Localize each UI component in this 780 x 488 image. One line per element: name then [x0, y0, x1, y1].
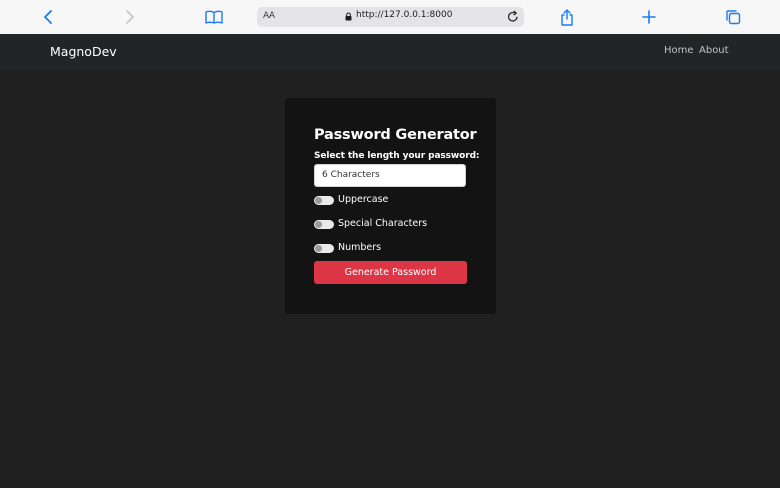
new-tab-button[interactable]: [638, 7, 660, 27]
numbers-label: Numbers: [338, 242, 382, 253]
nav-link-about[interactable]: About: [699, 45, 729, 56]
special-characters-toggle[interactable]: [314, 220, 334, 229]
bookmarks-button[interactable]: [203, 7, 225, 27]
length-label: Select the length your password:: [314, 151, 480, 161]
text-size-button[interactable]: AA: [263, 11, 275, 21]
chevron-left-icon: [44, 10, 52, 24]
plus-icon: [642, 10, 656, 24]
lock-icon: [345, 12, 352, 21]
uppercase-toggle[interactable]: [314, 196, 334, 205]
toggle-knob: [315, 221, 322, 228]
brand-link[interactable]: MagnoDev: [50, 44, 117, 59]
nav-link-home[interactable]: Home: [664, 45, 694, 56]
generate-password-button[interactable]: Generate Password: [314, 261, 467, 284]
special-characters-label: Special Characters: [338, 218, 428, 229]
back-button[interactable]: [37, 7, 59, 27]
forward-button[interactable]: [119, 7, 141, 27]
tabs-button[interactable]: [722, 7, 744, 27]
numbers-toggle[interactable]: [314, 244, 334, 253]
password-generator-card: Password Generator Select the length you…: [285, 98, 496, 314]
address-bar[interactable]: AA http://127.0.0.1:8000: [257, 7, 524, 27]
url-text: http://127.0.0.1:8000: [356, 10, 453, 20]
tabs-icon: [726, 10, 741, 25]
toggle-knob: [315, 197, 322, 204]
uppercase-label: Uppercase: [338, 194, 389, 205]
book-icon: [205, 10, 223, 24]
toggle-knob: [315, 245, 322, 252]
length-select-value: 6 Characters: [322, 170, 380, 180]
navbar: MagnoDev Home About: [0, 34, 780, 70]
share-button[interactable]: [556, 7, 578, 27]
share-icon: [561, 8, 573, 26]
reload-icon[interactable]: [507, 10, 519, 23]
card-title: Password Generator: [314, 127, 477, 143]
length-select[interactable]: 6 Characters: [314, 164, 466, 187]
chevron-right-icon: [126, 10, 134, 24]
browser-toolbar: AA http://127.0.0.1:8000: [0, 0, 780, 34]
